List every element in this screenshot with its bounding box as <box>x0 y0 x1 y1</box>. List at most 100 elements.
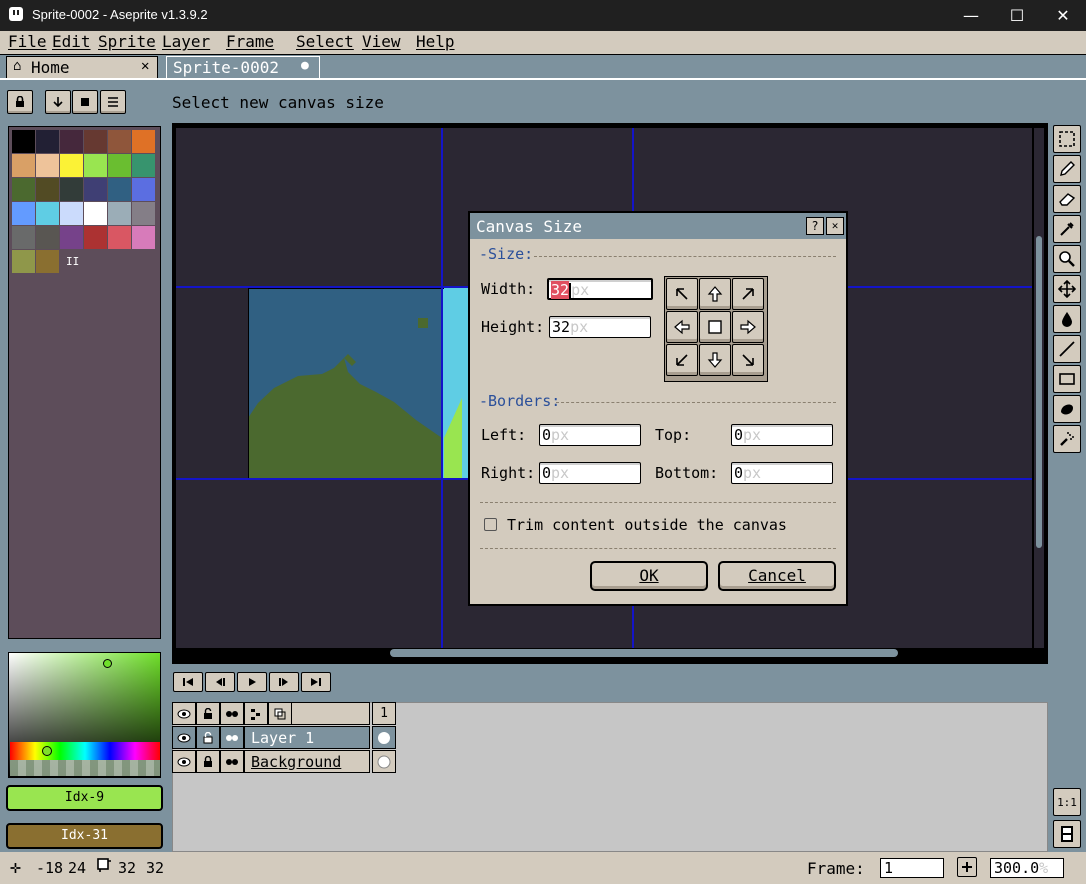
palette-swatch[interactable] <box>84 178 107 201</box>
palette-pause-icon[interactable]: II <box>66 255 79 268</box>
hue-handle[interactable] <box>42 746 52 756</box>
modified-dot-icon[interactable]: ● <box>301 58 309 73</box>
eyedropper-tool-icon[interactable] <box>1053 215 1081 243</box>
anchor-right-icon[interactable] <box>732 311 764 343</box>
bg-lock-icon[interactable] <box>196 750 220 773</box>
add-frame-icon[interactable] <box>957 857 977 877</box>
menu-lines-icon[interactable] <box>100 90 126 114</box>
menu-layer[interactable]: Layer <box>162 32 210 51</box>
palette-swatch[interactable] <box>36 202 59 225</box>
anchor-left-icon[interactable] <box>666 311 698 343</box>
palette-swatch[interactable] <box>60 202 83 225</box>
frame-header-number[interactable]: 1 <box>372 702 396 725</box>
palette-swatch[interactable] <box>84 226 107 249</box>
palette-swatch[interactable] <box>12 226 35 249</box>
palette-swatch[interactable] <box>36 178 59 201</box>
foreground-color-button[interactable]: Idx-9 <box>6 785 163 811</box>
palette-swatch[interactable] <box>132 178 155 201</box>
palette-swatch[interactable] <box>60 130 83 153</box>
left-input[interactable]: 0px <box>539 424 641 446</box>
palette-swatch[interactable] <box>60 226 83 249</box>
fill-tool-icon[interactable] <box>1053 305 1081 333</box>
dialog-close-button[interactable]: ✕ <box>826 217 844 235</box>
contour-tool-icon[interactable] <box>1053 395 1081 423</box>
palette-swatch[interactable] <box>60 154 83 177</box>
palette-swatch[interactable] <box>84 130 107 153</box>
zoom-1to1-button[interactable]: 1:1 <box>1053 788 1081 816</box>
background-color-button[interactable]: Idx-31 <box>6 823 163 849</box>
palette-swatch[interactable] <box>36 154 59 177</box>
top-input[interactable]: 0px <box>731 424 833 446</box>
eraser-tool-icon[interactable] <box>1053 185 1081 213</box>
arrow-down-icon[interactable] <box>45 90 71 114</box>
menu-view[interactable]: View <box>362 32 401 51</box>
vertical-scroll-thumb[interactable] <box>1036 236 1042 548</box>
palette-swatch[interactable] <box>36 226 59 249</box>
first-frame-icon[interactable] <box>173 672 203 692</box>
rectangle-tool-icon[interactable] <box>1053 365 1081 393</box>
visibility-header-icon[interactable] <box>172 702 196 725</box>
tab-home[interactable]: ⌂ Home ✕ <box>6 56 158 78</box>
palette-swatch[interactable] <box>108 202 131 225</box>
anchor-top-left-icon[interactable] <box>666 278 698 310</box>
menu-frame[interactable]: Frame <box>226 32 274 51</box>
trim-label[interactable]: Trim content outside the canvas <box>507 516 787 534</box>
palette-swatch[interactable] <box>132 226 155 249</box>
anchor-center-icon[interactable] <box>699 311 731 343</box>
hue-slider[interactable] <box>10 742 160 760</box>
bg-cel-icon[interactable] <box>372 750 396 773</box>
layer-name-layer1[interactable]: Layer 1 <box>244 726 370 749</box>
continuous-header-icon[interactable] <box>220 702 244 725</box>
zoom-tool-icon[interactable] <box>1053 245 1081 273</box>
palette-swatch[interactable] <box>60 178 83 201</box>
ok-button[interactable]: OK <box>590 561 708 591</box>
palette-swatch[interactable] <box>12 178 35 201</box>
close-button[interactable]: ✕ <box>1040 0 1086 31</box>
palette-swatch[interactable] <box>108 226 131 249</box>
picker-handle[interactable] <box>103 659 112 668</box>
marquee-tool-icon[interactable] <box>1053 125 1081 153</box>
alpha-slider[interactable] <box>10 760 160 776</box>
cancel-button[interactable]: Cancel <box>718 561 836 591</box>
anchor-bottom-right-icon[interactable] <box>732 344 764 376</box>
palette-swatch[interactable] <box>12 154 35 177</box>
lock-icon[interactable] <box>7 90 33 114</box>
palette-swatch[interactable] <box>12 250 35 273</box>
palette-swatch[interactable] <box>12 130 35 153</box>
menu-sprite[interactable]: Sprite <box>98 32 156 51</box>
bg-continuous-icon[interactable] <box>220 750 244 773</box>
previous-frame-icon[interactable] <box>205 672 235 692</box>
minimize-button[interactable]: — <box>948 0 994 31</box>
square-icon[interactable] <box>72 90 98 114</box>
layer1-visibility-icon[interactable] <box>172 726 196 749</box>
film-icon[interactable] <box>1053 820 1081 848</box>
palette-swatch[interactable] <box>132 154 155 177</box>
anchor-bottom-icon[interactable] <box>699 344 731 376</box>
layer-tree-icon[interactable] <box>244 702 268 725</box>
line-tool-icon[interactable] <box>1053 335 1081 363</box>
next-frame-icon[interactable] <box>269 672 299 692</box>
vertical-scrollbar[interactable] <box>1034 128 1044 648</box>
zoom-input[interactable]: 300.0% <box>990 858 1064 878</box>
tab-sprite[interactable]: Sprite-0002 ● <box>166 56 320 78</box>
right-input[interactable]: 0px <box>539 462 641 484</box>
bg-visibility-icon[interactable] <box>172 750 196 773</box>
layer1-continuous-icon[interactable] <box>220 726 244 749</box>
palette-swatch[interactable] <box>84 202 107 225</box>
layer-name-background[interactable]: Background <box>244 750 370 773</box>
maximize-button[interactable]: ☐ <box>994 0 1040 31</box>
pencil-tool-icon[interactable] <box>1053 155 1081 183</box>
frame-input[interactable]: 1 <box>880 858 944 878</box>
last-frame-icon[interactable] <box>301 672 331 692</box>
trim-checkbox[interactable] <box>484 518 497 531</box>
anchor-bottom-left-icon[interactable] <box>666 344 698 376</box>
menu-edit[interactable]: Edit <box>52 32 91 51</box>
help-button[interactable]: ? <box>806 217 824 235</box>
palette-swatch[interactable] <box>108 130 131 153</box>
layer1-lock-icon[interactable] <box>196 726 220 749</box>
palette-swatch[interactable] <box>132 130 155 153</box>
palette-swatch[interactable] <box>12 202 35 225</box>
width-input[interactable]: 32 px <box>547 278 653 300</box>
layer1-cel-icon[interactable] <box>372 726 396 749</box>
anchor-top-right-icon[interactable] <box>732 278 764 310</box>
